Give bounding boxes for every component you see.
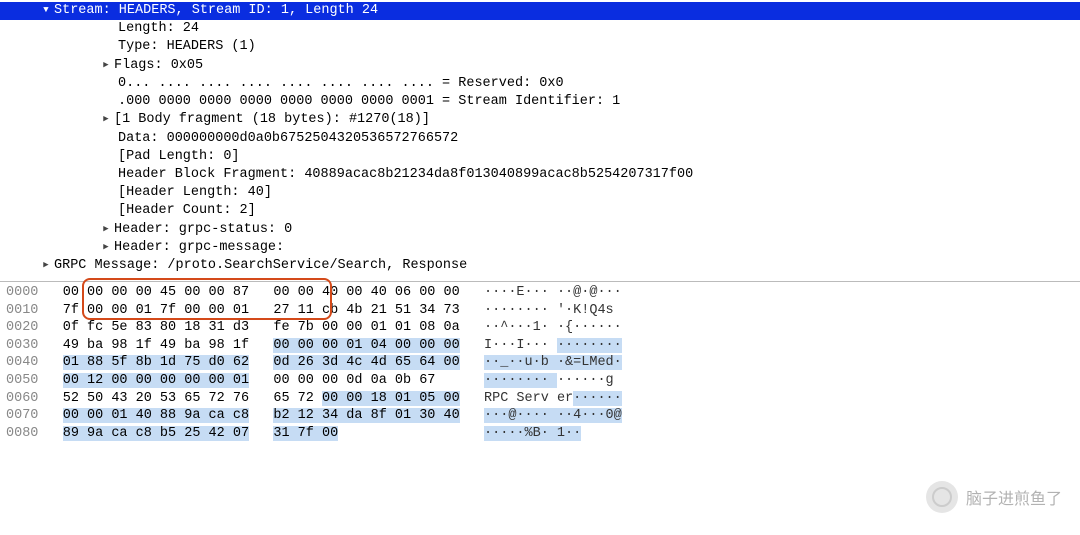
tree-pad-length[interactable]: [Pad Length: 0] — [0, 148, 1080, 166]
hex-row: 0020 0f fc 5e 83 80 18 31 d3 fe 7b 00 00… — [0, 319, 1080, 337]
tree-length[interactable]: Length: 24 — [0, 20, 1080, 38]
tree-stream-id[interactable]: .000 0000 0000 0000 0000 0000 0000 0001 … — [0, 93, 1080, 111]
hex-row: 0000 00 00 00 00 45 00 00 87 00 00 40 00… — [0, 284, 1080, 302]
packet-details-pane: Stream: HEADERS, Stream ID: 1, Length 24… — [0, 0, 1080, 282]
expand-icon[interactable] — [40, 257, 52, 275]
tree-data[interactable]: Data: 000000000d0a0b67525043205365727665… — [0, 130, 1080, 148]
tree-header-length[interactable]: [Header Length: 40] — [0, 184, 1080, 202]
hex-dump-pane[interactable]: 0000 00 00 00 00 45 00 00 87 00 00 40 00… — [0, 282, 1080, 442]
tree-header-grpc-status[interactable]: Header: grpc-status: 0 — [0, 221, 1080, 239]
watermark-text: 脑子进煎鱼了 — [966, 485, 1062, 509]
hex-row: 0070 00 00 01 40 88 9a ca c8 b2 12 34 da… — [0, 407, 1080, 425]
tree-type[interactable]: Type: HEADERS (1) — [0, 38, 1080, 56]
hex-row: 0050 00 12 00 00 00 00 00 01 00 00 00 0d… — [0, 372, 1080, 390]
tree-grpc-message[interactable]: GRPC Message: /proto.SearchService/Searc… — [0, 257, 1080, 275]
hex-row: 0040 01 88 5f 8b 1d 75 d0 62 0d 26 3d 4c… — [0, 354, 1080, 372]
expand-icon[interactable] — [40, 2, 52, 20]
hex-row: 0080 89 9a ca c8 b5 25 42 07 31 7f 00 ··… — [0, 425, 1080, 443]
hex-row: 0010 7f 00 00 01 7f 00 00 01 27 11 cb 4b… — [0, 302, 1080, 320]
tree-header-grpc-message[interactable]: Header: grpc-message: — [0, 239, 1080, 257]
tree-header-count[interactable]: [Header Count: 2] — [0, 202, 1080, 220]
tree-stream-headers[interactable]: Stream: HEADERS, Stream ID: 1, Length 24 — [0, 2, 1080, 20]
watermark: 脑子进煎鱼了 — [926, 481, 1062, 513]
expand-icon[interactable] — [100, 221, 112, 239]
expand-icon[interactable] — [100, 57, 112, 75]
tree-flags[interactable]: Flags: 0x05 — [0, 57, 1080, 75]
tree-reserved[interactable]: 0... .... .... .... .... .... .... .... … — [0, 75, 1080, 93]
hex-row: 0060 52 50 43 20 53 65 72 76 65 72 00 00… — [0, 390, 1080, 408]
hex-row: 0030 49 ba 98 1f 49 ba 98 1f 00 00 00 01… — [0, 337, 1080, 355]
tree-header-block-fragment[interactable]: Header Block Fragment: 40889acac8b21234d… — [0, 166, 1080, 184]
watermark-icon — [926, 481, 958, 513]
tree-body-fragment[interactable]: [1 Body fragment (18 bytes): #1270(18)] — [0, 111, 1080, 129]
expand-icon[interactable] — [100, 239, 112, 257]
expand-icon[interactable] — [100, 111, 112, 129]
